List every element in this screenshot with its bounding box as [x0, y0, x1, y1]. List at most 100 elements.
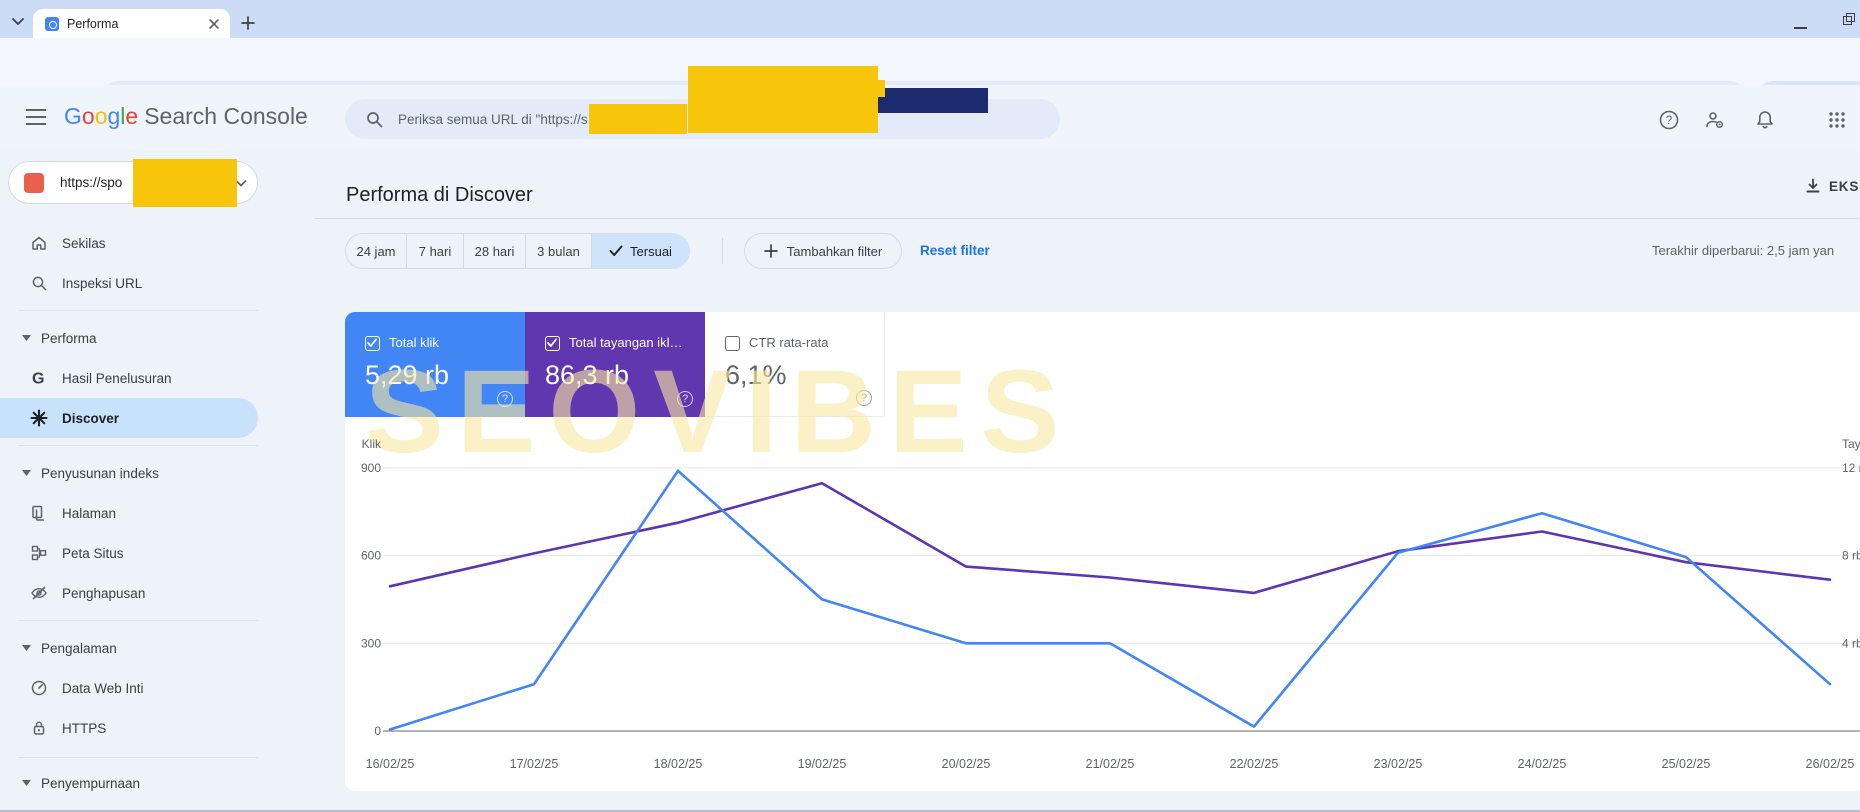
- window-minimize-button[interactable]: [1793, 17, 1809, 31]
- help-icon[interactable]: ?: [856, 390, 872, 406]
- checkbox-unchecked-icon[interactable]: [725, 336, 740, 351]
- new-tab-button[interactable]: [240, 15, 256, 31]
- chevron-down-icon: [22, 645, 31, 651]
- search-icon: [365, 110, 384, 129]
- last-updated-text: Terakhir diperbarui: 2,5 jam yan: [1652, 243, 1835, 258]
- sidebar-divider: [18, 445, 258, 446]
- left-axis-tick: 600: [361, 549, 381, 563]
- x-axis-date: 19/02/25: [798, 757, 847, 771]
- left-axis-title: Klik: [362, 437, 382, 451]
- browser-tab[interactable]: Performa: [33, 9, 230, 38]
- sidebar-item-halaman[interactable]: Halaman: [0, 493, 258, 533]
- export-label: EKS: [1829, 178, 1860, 194]
- window-restore-button[interactable]: [1843, 13, 1857, 27]
- help-icon[interactable]: ?: [1658, 109, 1680, 131]
- sidebar-section-performa[interactable]: Performa: [0, 318, 258, 358]
- x-axis-date: 23/02/25: [1374, 757, 1423, 771]
- card-value: 6,1%: [725, 360, 787, 390]
- sidebar-item-sekilas[interactable]: Sekilas: [0, 223, 258, 263]
- speedometer-icon: [30, 679, 48, 697]
- search-placeholder-redaction: [588, 104, 687, 134]
- left-axis-tick: 900: [361, 461, 381, 475]
- date-range-chips: 24 jam 7 hari 28 hari 3 bulan Tersuai: [345, 233, 690, 269]
- chevron-down-icon: [22, 470, 31, 476]
- x-axis-date: 24/02/25: [1518, 757, 1567, 771]
- x-axis-date: 25/02/25: [1662, 757, 1711, 771]
- card-label: Total tayangan ikl…: [569, 335, 683, 350]
- chevron-down-icon: [22, 780, 31, 786]
- search-placeholder: Periksa semua URL di "https://sk.org/": [398, 104, 726, 134]
- sidebar-item-inspeksi-url[interactable]: Inspeksi URL: [0, 263, 258, 303]
- right-axis-tick: 4 rb: [1842, 636, 1860, 650]
- sidebar-item-penghapusan[interactable]: Penghapusan: [0, 573, 258, 613]
- left-axis-tick: 0: [374, 724, 381, 738]
- x-axis-date: 26/02/25: [1806, 757, 1855, 771]
- property-redaction-yellow: [133, 159, 237, 207]
- x-axis-date: 17/02/25: [510, 757, 559, 771]
- chip-tersuai-selected[interactable]: Tersuai: [592, 233, 690, 269]
- user-settings-icon[interactable]: [1704, 109, 1726, 131]
- search-icon: [30, 274, 48, 292]
- eye-off-icon: [30, 584, 48, 602]
- sidebar-section-penyempurnaan[interactable]: Penyempurnaan: [0, 763, 258, 803]
- discover-asterisk-icon: [30, 409, 48, 427]
- tab-favicon-icon: [45, 16, 59, 31]
- left-axis-tick: 300: [361, 636, 381, 650]
- pages-icon: [30, 504, 48, 522]
- sidebar-section-pengalaman[interactable]: Pengalaman: [0, 628, 258, 668]
- right-axis-tick: 12 rb: [1842, 461, 1860, 475]
- sidebar-item-hasil-penelusuran[interactable]: G Hasil Penelusuran: [0, 358, 258, 398]
- download-icon: [1804, 177, 1822, 195]
- sidebar-item-https[interactable]: HTTPS: [0, 708, 258, 748]
- sitemap-icon: [30, 544, 48, 562]
- card-label: CTR rata-rata: [749, 335, 829, 350]
- tab-close-icon[interactable]: [206, 16, 222, 32]
- sidebar-section-penyusunan-indeks[interactable]: Penyusunan indeks: [0, 453, 258, 493]
- x-axis-date: 21/02/25: [1086, 757, 1135, 771]
- page-title: Performa di Discover: [346, 184, 533, 206]
- check-icon: [609, 245, 623, 256]
- metric-card-total-klik[interactable]: Total klik 5,29 rb ?: [345, 312, 525, 417]
- sidebar-item-peta-situs[interactable]: Peta Situs: [0, 533, 258, 573]
- chips-separator: [722, 238, 723, 264]
- right-axis-title: Tayangan: [1842, 437, 1860, 451]
- x-axis-date: 20/02/25: [942, 757, 991, 771]
- help-icon[interactable]: ?: [497, 391, 513, 407]
- chip-24-jam[interactable]: 24 jam: [345, 233, 407, 269]
- checkbox-checked-icon[interactable]: [545, 336, 560, 351]
- apps-grid-icon[interactable]: [1826, 109, 1848, 131]
- plus-icon: [763, 244, 778, 258]
- chip-7-hari[interactable]: 7 hari: [407, 233, 464, 269]
- sidebar-divider: [18, 757, 258, 758]
- export-button[interactable]: EKS: [1804, 174, 1860, 198]
- browser-toolbar: search.google.com/search-console/perform…: [0, 38, 1860, 133]
- add-filter-button[interactable]: Tambahkan filter: [744, 233, 902, 269]
- x-axis-date: 22/02/25: [1230, 757, 1279, 771]
- sidebar-divider: [18, 310, 258, 311]
- sidebar-item-discover[interactable]: Discover: [0, 398, 258, 438]
- sidebar-divider: [18, 620, 258, 621]
- card-value: 86,3 rb: [545, 360, 630, 390]
- metric-card-ctr[interactable]: CTR rata-rata 6,1% ?: [705, 312, 885, 417]
- sidebar-item-data-web-inti[interactable]: Data Web Inti: [0, 668, 258, 708]
- menu-hamburger-icon[interactable]: [26, 109, 48, 126]
- google-wordmark: Google: [64, 103, 139, 129]
- checkbox-checked-icon[interactable]: [365, 336, 380, 351]
- chip-28-hari[interactable]: 28 hari: [464, 233, 526, 269]
- notifications-bell-icon[interactable]: [1754, 109, 1776, 131]
- gsc-logo[interactable]: Google Search Console: [64, 103, 308, 130]
- home-icon: [30, 234, 48, 252]
- gsc-product-name: Search Console: [144, 103, 308, 129]
- tab-search-chevron-icon[interactable]: [8, 13, 28, 31]
- chip-3-bulan[interactable]: 3 bulan: [526, 233, 592, 269]
- performance-panel: Total klik 5,29 rb ? Total tayangan ikl……: [345, 312, 1860, 791]
- chevron-down-icon: [22, 335, 31, 341]
- help-icon[interactable]: ?: [677, 391, 693, 407]
- svg-text:G: G: [32, 371, 44, 388]
- tab-title: Performa: [67, 16, 119, 31]
- reset-filter-link[interactable]: Reset filter: [920, 243, 990, 258]
- google-g-icon: G: [30, 369, 48, 388]
- browser-window: Performa search.google.com/search-consol…: [0, 0, 1860, 812]
- metric-card-total-tayangan[interactable]: Total tayangan ikl… 86,3 rb ?: [525, 312, 705, 417]
- header-redaction-yellow: [705, 80, 885, 97]
